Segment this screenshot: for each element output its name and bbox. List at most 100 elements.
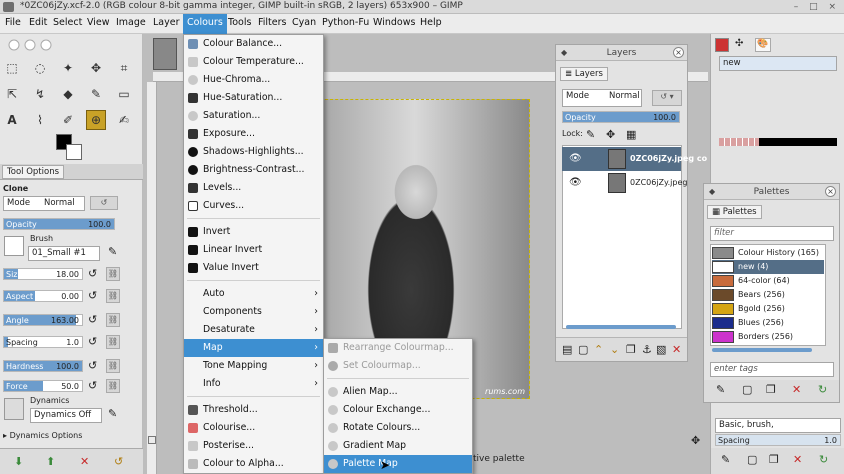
menu-item-saturation[interactable]: Saturation...	[184, 107, 323, 125]
visibility-eye-icon[interactable]: 👁	[569, 171, 582, 195]
menu-edit[interactable]: Edit	[29, 17, 47, 28]
visibility-eye-icon[interactable]: 👁	[569, 147, 582, 171]
clone-tool-icon[interactable]: ⊕	[86, 110, 106, 130]
menu-select[interactable]: Select	[53, 17, 82, 28]
menu-item-exposure[interactable]: Exposure...	[184, 125, 323, 143]
brush-name-field[interactable]: 01_Small #1	[28, 246, 100, 261]
duplicate-layer-icon[interactable]: ❐	[626, 344, 636, 356]
menu-item-rotate-colours[interactable]: Rotate Colours...	[324, 419, 472, 437]
edit-brush-icon[interactable]: ✎	[721, 454, 730, 466]
delete-layer-icon[interactable]: ✕	[672, 344, 681, 356]
menu-item-posterise[interactable]: Posterise...	[184, 437, 323, 455]
palettes-scrollbar[interactable]	[712, 348, 812, 352]
palette-name-field[interactable]: new	[719, 56, 837, 71]
hardness-reset-icon[interactable]: ↺	[88, 360, 97, 372]
menu-windows[interactable]: Windows	[373, 17, 415, 28]
menu-item-hue-chroma[interactable]: Hue-Chroma...	[184, 71, 323, 89]
fg-bg-colors-icon[interactable]	[715, 38, 729, 52]
menu-item-components[interactable]: Components ›	[184, 303, 323, 321]
layer-mode-select[interactable]: Mode Normal	[562, 89, 642, 107]
new-brush-icon[interactable]: ▢	[747, 454, 757, 466]
brush-filter-field[interactable]: Basic, brush,	[715, 418, 841, 433]
angle-link-icon[interactable]: ⛓	[106, 313, 120, 327]
menu-item-colour-balance[interactable]: Colour Balance...	[184, 35, 323, 53]
dynamics-field[interactable]: Dynamics Off	[30, 408, 102, 423]
dynamics-options-expander[interactable]: ▸ Dynamics Options	[3, 429, 82, 443]
palette-list-item[interactable]: Bgold (256)	[712, 302, 824, 316]
save-options-icon[interactable]: ⬇	[14, 456, 23, 468]
menu-item-gradient-map[interactable]: Gradient Map	[324, 437, 472, 455]
lock-alpha-icon[interactable]: ▦	[626, 129, 636, 141]
bucket-icon[interactable]: ◆	[58, 84, 78, 104]
palette-list-item[interactable]: Borders (256)	[712, 330, 824, 344]
menu-item-threshold[interactable]: Threshold...	[184, 401, 323, 419]
size-link-icon[interactable]: ⛓	[106, 267, 120, 281]
angle-slider[interactable]: Angle 163.00	[3, 314, 83, 326]
palette-list-item[interactable]: Colour History (165)	[712, 246, 824, 260]
menu-item-map[interactable]: Map ›	[184, 339, 323, 357]
smudge-icon[interactable]: ✍	[114, 110, 134, 130]
move-icon[interactable]: ✥	[86, 58, 106, 78]
layer-row[interactable]: 👁 0ZC06jZy.jpeg co	[562, 147, 707, 171]
menu-view[interactable]: View	[87, 17, 110, 28]
reset-options-icon[interactable]: ↺	[114, 456, 123, 468]
quick-mask-icon[interactable]	[148, 436, 156, 444]
menu-item-levels[interactable]: Levels...	[184, 179, 323, 197]
aspect-reset-icon[interactable]: ↺	[88, 290, 97, 302]
duplicate-brush-icon[interactable]: ❐	[769, 454, 779, 466]
menu-item-auto[interactable]: Auto ›	[184, 285, 323, 303]
force-link-icon[interactable]: ⛓	[106, 379, 120, 393]
layer-opacity-slider[interactable]: Opacity 100.0	[562, 111, 680, 123]
raise-layer-icon[interactable]: ⌃	[594, 344, 603, 356]
new-palette-icon[interactable]: ▢	[742, 384, 752, 396]
menu-item-colour-to-alpha[interactable]: Colour to Alpha...	[184, 455, 323, 473]
menu-tools[interactable]: Tools	[228, 17, 251, 28]
brush-edit-icon[interactable]: ✎	[108, 246, 117, 258]
menu-item-desaturate[interactable]: Desaturate ›	[184, 321, 323, 339]
menu-file[interactable]: File	[5, 17, 21, 28]
tab-palettes[interactable]: ▦ Palettes	[707, 205, 762, 219]
aspect-ratio-slider[interactable]: Aspect Ratio 0.00	[3, 290, 83, 302]
lock-position-icon[interactable]: ✥	[606, 129, 615, 141]
close-dock-icon[interactable]: ×	[825, 186, 836, 197]
text-tool-icon[interactable]: A	[2, 110, 22, 130]
menu-help[interactable]: Help	[420, 17, 442, 28]
spacing-link-icon[interactable]: ⛓	[106, 335, 120, 349]
menu-cyan[interactable]: Cyan	[292, 17, 316, 28]
brush-preview[interactable]	[4, 236, 24, 256]
palette-tags-field[interactable]: enter tags	[710, 362, 834, 377]
window-controls[interactable]: – □ ×	[794, 2, 840, 12]
spacing-slider[interactable]: Spacing 1.0	[3, 336, 83, 348]
mode-select[interactable]: Mode Normal	[3, 196, 85, 211]
layer-mode-reset-icon[interactable]: ↺ ▾	[652, 90, 682, 106]
angle-reset-icon[interactable]: ↺	[88, 314, 97, 326]
aspect-link-icon[interactable]: ⛓	[106, 289, 120, 303]
menu-image[interactable]: Image	[116, 17, 146, 28]
menu-item-curves[interactable]: Curves...	[184, 197, 323, 215]
rect-select-icon[interactable]: ⬚	[2, 58, 22, 78]
force-reset-icon[interactable]: ↺	[88, 380, 97, 392]
menu-item-hue-saturation[interactable]: Hue-Saturation...	[184, 89, 323, 107]
lasso-icon[interactable]: ◌	[30, 58, 50, 78]
menu-item-brightness-contrast[interactable]: Brightness-Contrast...	[184, 161, 323, 179]
transform-icon[interactable]: ⇱	[2, 84, 22, 104]
menu-item-shadows-highlights[interactable]: Shadows-Highlights...	[184, 143, 323, 161]
menu-colours[interactable]: Colours	[183, 14, 227, 34]
spacing-reset-icon[interactable]: ↺	[88, 336, 97, 348]
restore-options-icon[interactable]: ⬆	[46, 456, 55, 468]
menu-layer[interactable]: Layer	[153, 17, 180, 28]
force-slider[interactable]: Force 50.0	[3, 380, 83, 392]
dynamics-edit-icon[interactable]: ✎	[108, 408, 117, 420]
layers-scrollbar[interactable]	[566, 325, 676, 329]
delete-options-icon[interactable]: ✕	[80, 456, 89, 468]
tab-tool-options[interactable]: Tool Options	[2, 165, 65, 179]
size-slider[interactable]: Size 18.00	[3, 268, 83, 280]
menu-python-fu[interactable]: Python-Fu	[322, 17, 369, 28]
refresh-brushes-icon[interactable]: ↻	[819, 454, 828, 466]
close-dock-icon[interactable]: ×	[673, 47, 684, 58]
fuzzy-select-icon[interactable]: ✦	[58, 58, 78, 78]
menu-item-info[interactable]: Info ›	[184, 375, 323, 393]
palette-swatch-strip[interactable]	[719, 138, 837, 146]
background-color-swatch[interactable]	[66, 144, 82, 160]
palette-list-item[interactable]: Bears (256)	[712, 288, 824, 302]
